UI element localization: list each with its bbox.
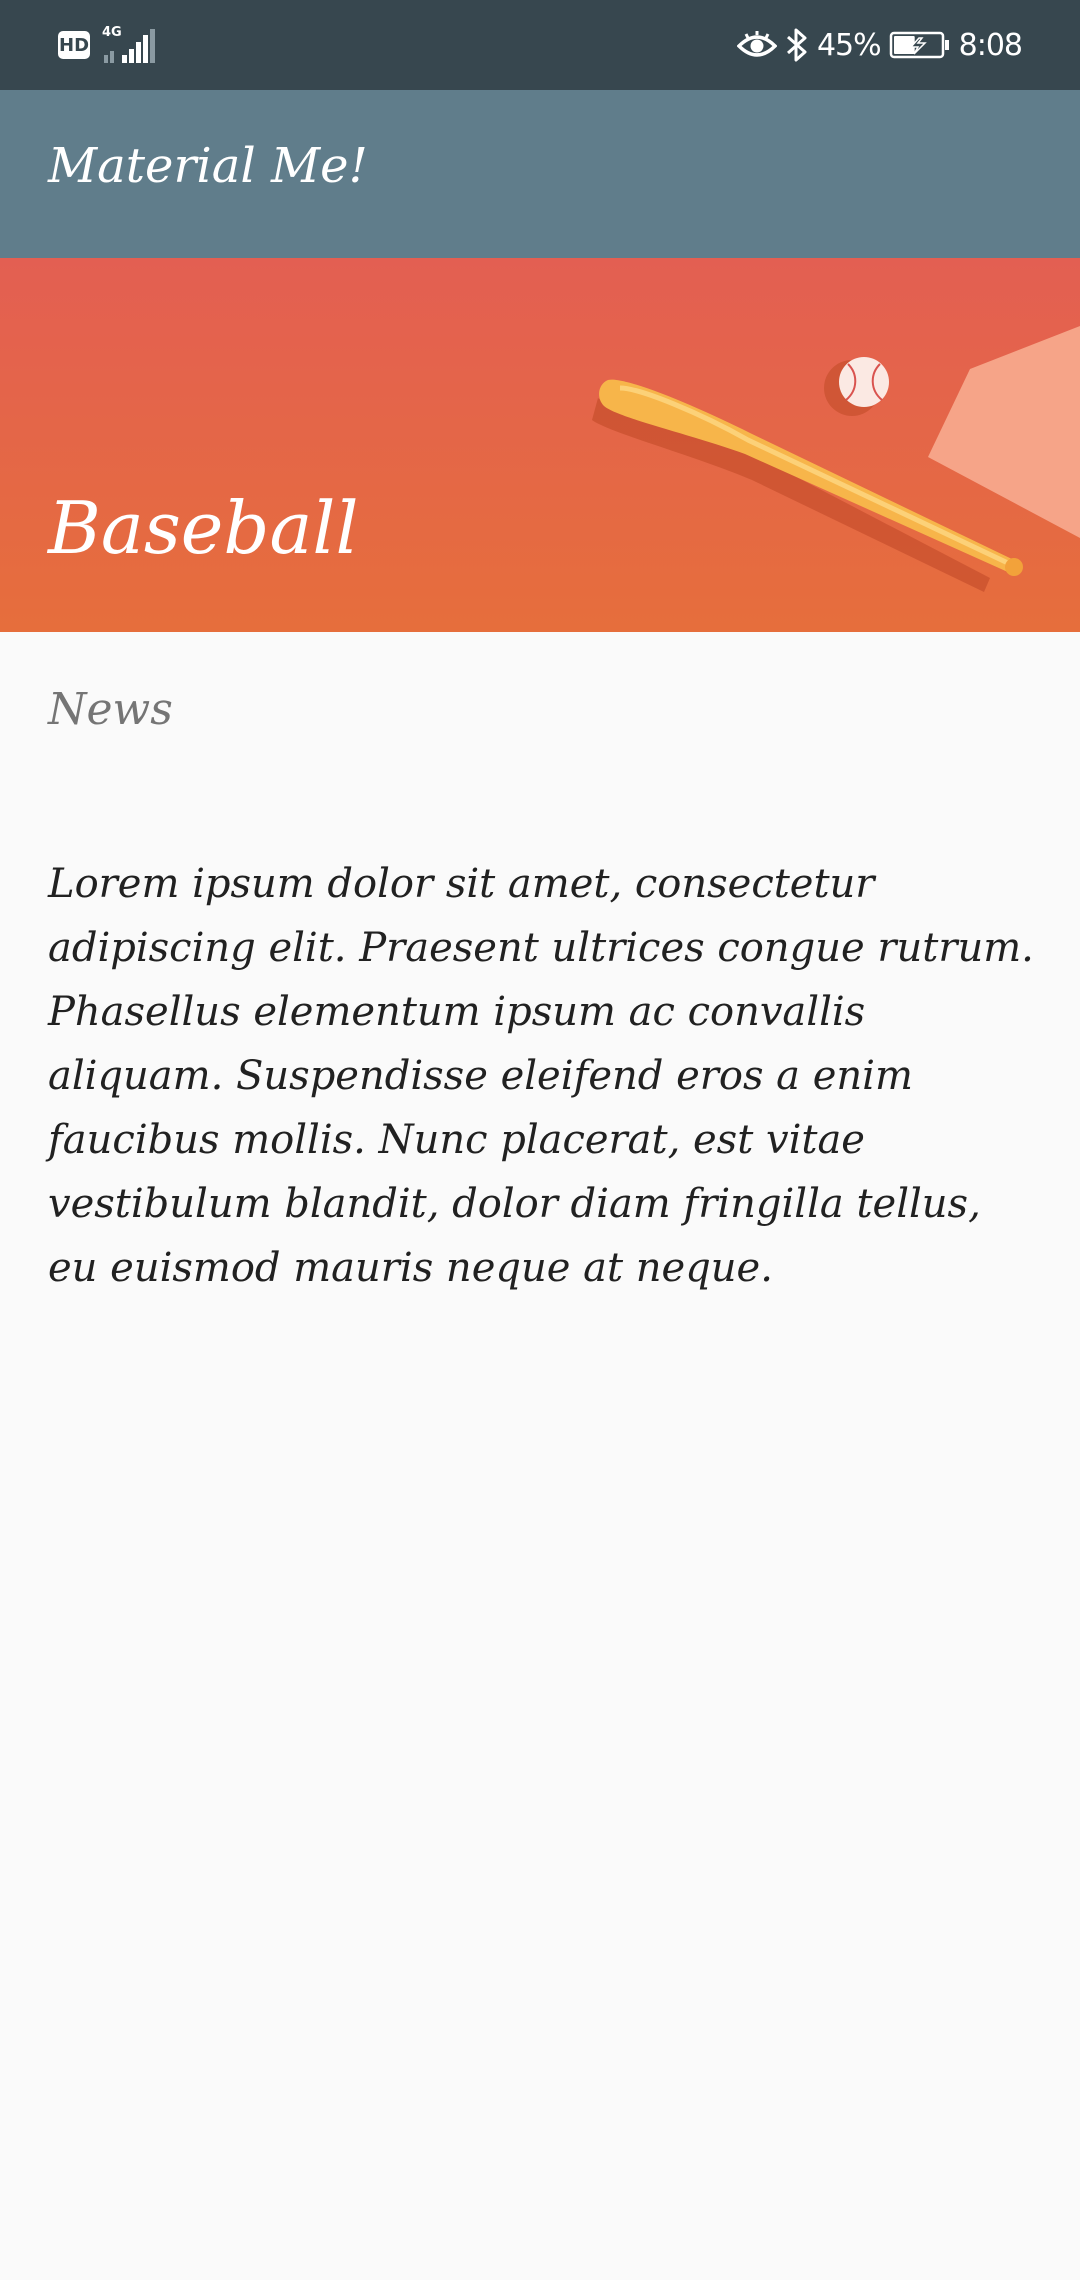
app-bar: Material Me!: [0, 90, 1080, 258]
app-title: Material Me!: [48, 138, 368, 194]
bluetooth-icon: [786, 28, 807, 62]
card-subtitle: News: [48, 684, 173, 735]
battery-charging-icon: [889, 31, 949, 59]
hd-label: HD: [59, 34, 90, 56]
battery-percent: 45%: [816, 27, 882, 63]
status-left: HD 4G: [58, 24, 158, 66]
status-right: 45% 8:08: [736, 22, 1023, 68]
eye-icon: [736, 31, 777, 57]
card-body-text: Lorem ipsum dolor sit amet, consectetur …: [48, 861, 1034, 1291]
status-bar: HD 4G 45% 8:08: [0, 0, 1080, 90]
baseball-bat-image: [592, 326, 1080, 592]
card-title: Baseball: [48, 486, 359, 570]
hd-icon: HD: [58, 31, 90, 59]
card-banner[interactable]: Baseball: [0, 258, 1080, 632]
clock: 8:08: [958, 27, 1023, 63]
signal-icon: 4G: [102, 25, 158, 65]
